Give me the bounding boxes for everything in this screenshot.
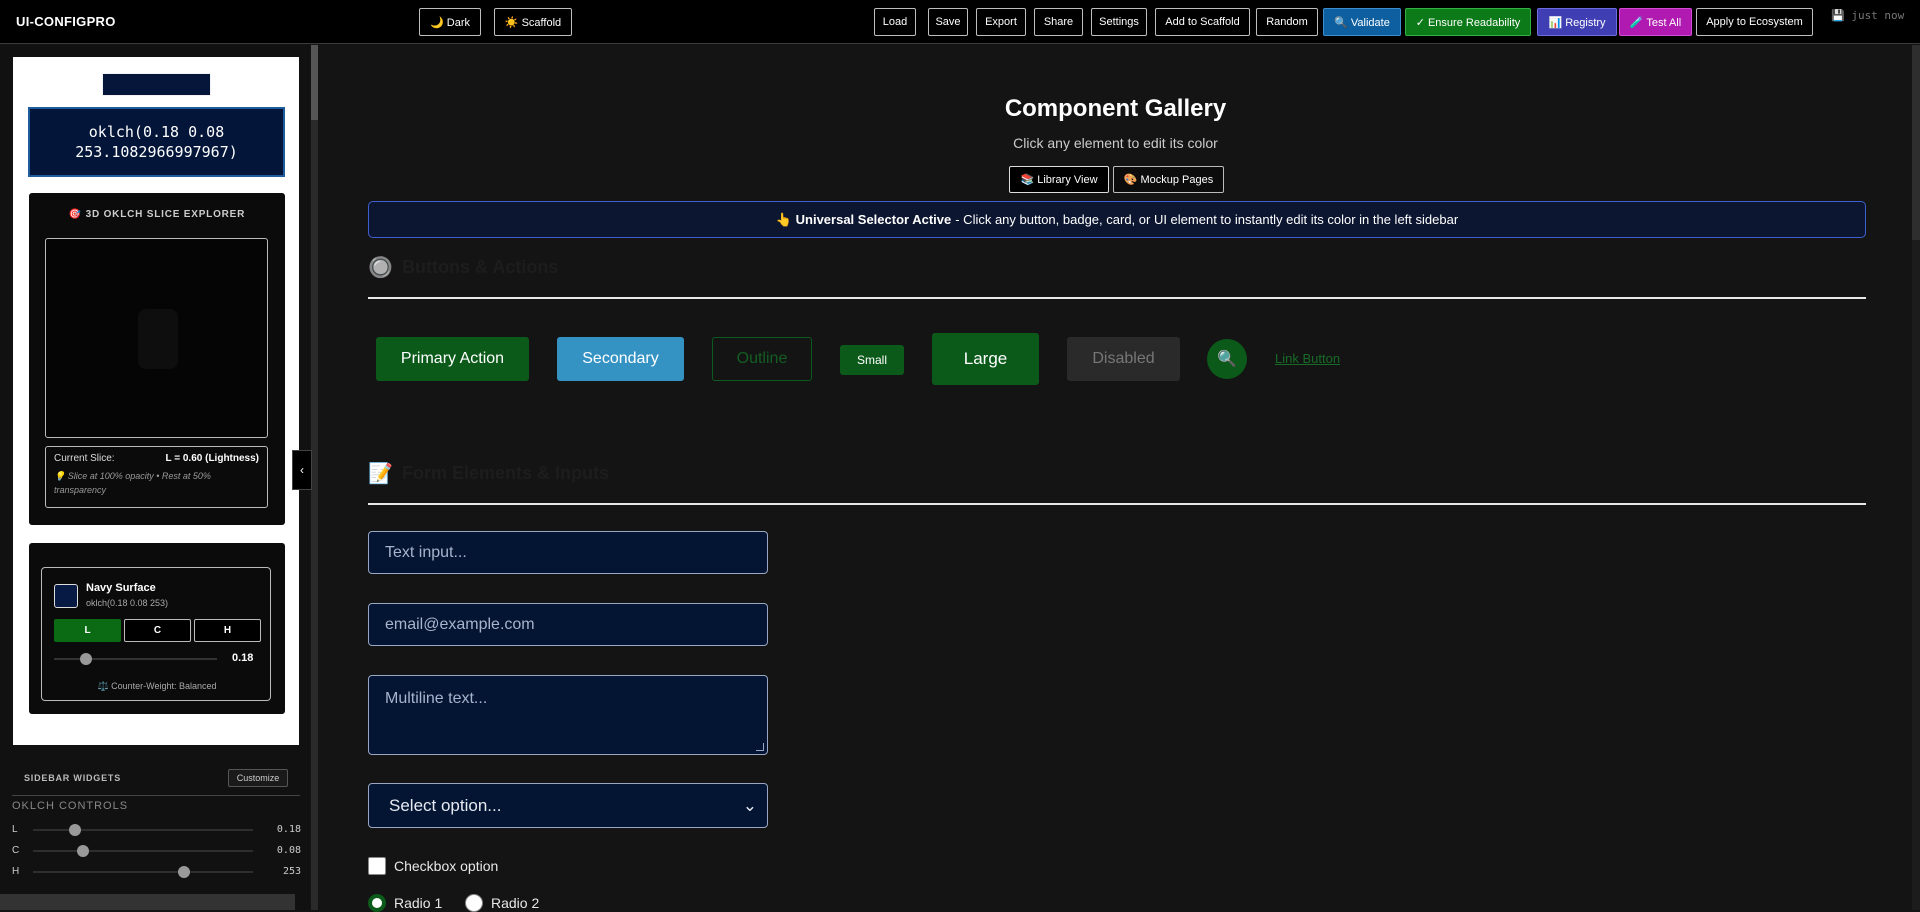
textarea-placeholder: Multiline text... [385,690,488,707]
control-h-label: H [12,866,20,877]
sidebar-horizontal-scrollbar[interactable] [0,894,295,910]
select-dropdown[interactable]: Select option... ⌄ [368,783,768,828]
top-toolbar: UI-CONFIGPRO 🌙 Dark ☀️ Scaffold Load Sav… [0,0,1920,44]
sidebar-divider [12,795,300,796]
app-logo: UI-CONFIGPRO [16,14,116,29]
control-h-value: 253 [282,866,301,877]
primary-action-button[interactable]: Primary Action [376,337,529,381]
control-h-track[interactable] [33,871,253,873]
control-h-handle[interactable] [178,866,190,878]
tab-l[interactable]: L [54,619,121,642]
apply-to-ecosystem-button[interactable]: Apply to Ecosystem [1696,8,1813,36]
save-status: 💾 just now [1831,9,1905,22]
counter-weight-status: ⚖️ Counter-Weight: Balanced [97,681,217,691]
current-slice-info: Current Slice: L = 0.60 (Lightness) 💡 Sl… [45,446,268,508]
oklch-value-display[interactable]: oklch(0.18 0.08 253.1082966997967) [28,107,285,177]
dark-theme-button[interactable]: 🌙 Dark [419,8,481,36]
sidebar-scrollbar[interactable] [311,45,318,910]
control-c-handle[interactable] [77,845,89,857]
sidebar-collapse-toggle[interactable]: ‹ [292,450,312,490]
current-slice-value: L = 0.60 (Lightness) [165,453,259,464]
radio-2[interactable] [465,894,483,912]
page-title: Component Gallery [1004,95,1227,122]
control-l-label: L [12,824,18,835]
add-to-scaffold-button[interactable]: Add to Scaffold [1155,8,1250,36]
secondary-button[interactable]: Secondary [557,337,684,381]
memo-icon: 📝 [368,463,393,485]
slice-note: 💡 Slice at 100% opacity • Rest at 50% tr… [54,471,211,495]
link-button[interactable]: Link Button [1275,351,1340,366]
checkbox[interactable] [368,857,386,875]
save-button[interactable]: Save [928,8,968,36]
mockup-pages-button[interactable]: 🎨 Mockup Pages [1113,166,1224,193]
small-button[interactable]: Small [840,345,904,375]
checkbox-label: Checkbox option [394,858,499,874]
section-divider [368,503,1866,505]
forms-section-header: 📝 Form Elements & Inputs [368,461,1866,491]
text-input[interactable]: Text input... [368,531,768,574]
tab-c[interactable]: C [124,619,191,642]
tab-h[interactable]: H [194,619,261,642]
customize-button[interactable]: Customize [228,769,288,787]
radio-2-label: Radio 2 [491,895,540,911]
resize-handle-icon[interactable] [756,743,764,751]
outline-button[interactable]: Outline [712,337,812,381]
search-icon-button[interactable]: 🔍 [1207,339,1247,379]
ensure-readability-button[interactable]: ✓ Ensure Readability [1405,8,1531,36]
widget-slider-track[interactable] [54,658,217,660]
control-c-value: 0.08 [276,845,301,856]
banner-title: 👆 Universal Selector Active [775,211,952,227]
page-subtitle: Click any element to edit its color [1013,135,1218,151]
buttons-section-title: Buttons & Actions [402,257,559,277]
disabled-button: Disabled [1067,337,1180,381]
control-l-track[interactable] [33,829,253,831]
registry-button[interactable]: 📊 Registry [1537,8,1617,36]
color-widget: Navy Surface oklch(0.18 0.08 253) L C H … [29,543,285,714]
radio-1-label: Radio 1 [394,895,443,911]
test-all-button[interactable]: 🧪 Test All [1619,8,1692,36]
scaffold-theme-button[interactable]: ☀️ Scaffold [494,8,572,36]
slice-explorer: 🎯 3D OKLCH SLICE EXPLORER Current Slice:… [29,193,285,525]
email-field[interactable]: email@example.com [368,603,768,646]
random-button[interactable]: Random [1256,8,1318,36]
select-value: Select option... [389,795,502,815]
multiline-textarea[interactable]: Multiline text... [368,675,768,755]
main-scrollbar-thumb[interactable] [1912,45,1920,240]
color-widget-card[interactable]: Navy Surface oklch(0.18 0.08 253) L C H … [41,567,271,701]
sidebar-scrollbar-thumb[interactable] [311,45,318,120]
chevron-down-icon: ⌄ [742,795,757,815]
selector-banner: 👆 Universal Selector Active - Click any … [368,201,1866,238]
color-solid-shape [138,309,178,369]
control-c-track[interactable] [33,850,253,852]
current-slice-label: Current Slice: [54,453,115,464]
widget-slider-value: 0.18 [232,652,254,664]
control-l-value: 0.18 [276,824,301,835]
widget-slider-handle[interactable] [80,653,92,665]
navy-surface-chip[interactable] [54,584,78,608]
control-l-handle[interactable] [69,824,81,836]
selected-color-swatch[interactable] [102,73,211,96]
export-button[interactable]: Export [976,8,1026,36]
section-divider [368,297,1866,299]
radio-1[interactable] [368,894,386,912]
library-view-button[interactable]: 📚 Library View [1009,166,1109,193]
color-widget-value: oklch(0.18 0.08 253) [86,598,169,608]
settings-button[interactable]: Settings [1091,8,1147,36]
forms-section-title: Form Elements & Inputs [402,463,610,483]
sidebar-widgets-label: SIDEBAR WIDGETS [24,773,122,783]
slice-explorer-title: 🎯 3D OKLCH SLICE EXPLORER [68,209,246,220]
large-button[interactable]: Large [932,333,1039,385]
radio-button-icon: 🔘 [368,257,393,279]
validate-button[interactable]: 🔍 Validate [1323,8,1401,36]
banner-text: - Click any button, badge, card, or UI e… [955,212,1459,227]
control-c-label: C [12,845,20,856]
oklch-controls-title: OKLCH CONTROLS [12,800,129,812]
slice-explorer-canvas[interactable] [45,238,268,438]
load-button[interactable]: Load [874,8,916,36]
buttons-section-header: 🔘 Buttons & Actions [368,255,1866,285]
color-widget-name: Navy Surface [86,582,156,594]
share-button[interactable]: Share [1034,8,1083,36]
